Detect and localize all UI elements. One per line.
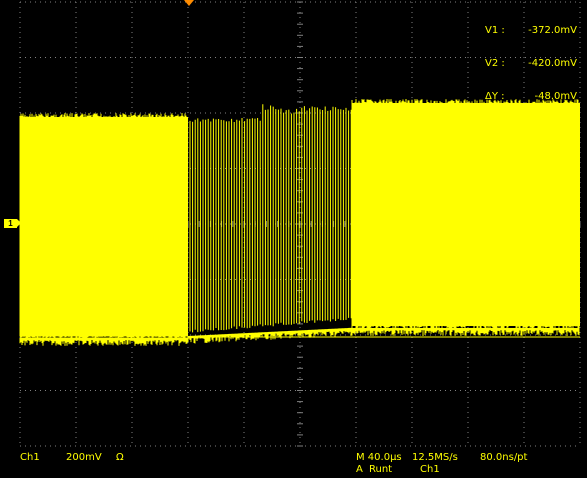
v2-value: -420.0mV: [528, 58, 577, 69]
v1-value: -372.0mV: [528, 25, 577, 36]
ohm-icon: Ω: [116, 452, 124, 463]
ch1-ground-marker[interactable]: 1: [4, 219, 21, 228]
timebase[interactable]: M 40.0µs: [356, 452, 402, 463]
v2-label: V2 :: [485, 58, 505, 69]
trigger-position-icon[interactable]: [184, 0, 194, 6]
trigger-type[interactable]: Runt: [369, 464, 392, 475]
status-bar: Ch1 200mV Ω M 40.0µs 12.5MS/s 80.0ns/pt …: [0, 450, 587, 478]
trigger-mode[interactable]: A: [356, 464, 363, 475]
delta-y-label: ΔY :: [485, 91, 505, 102]
trigger-source[interactable]: Ch1: [420, 464, 440, 475]
sample-rate: 12.5MS/s: [412, 452, 458, 463]
oscilloscope-screen: 1 V1 : -372.0mV V2 : -420.0mV ΔY : -48.0…: [0, 0, 587, 478]
time-per-point: 80.0ns/pt: [480, 452, 528, 463]
delta-y-value: -48.0mV: [534, 91, 577, 102]
channel-label[interactable]: Ch1: [20, 452, 40, 463]
cursor-readout: V1 : -372.0mV V2 : -420.0mV ΔY : -48.0mV: [485, 3, 577, 124]
volts-per-div[interactable]: 200mV: [66, 452, 102, 463]
v1-label: V1 :: [485, 25, 505, 36]
trace-path: [19, 99, 580, 346]
